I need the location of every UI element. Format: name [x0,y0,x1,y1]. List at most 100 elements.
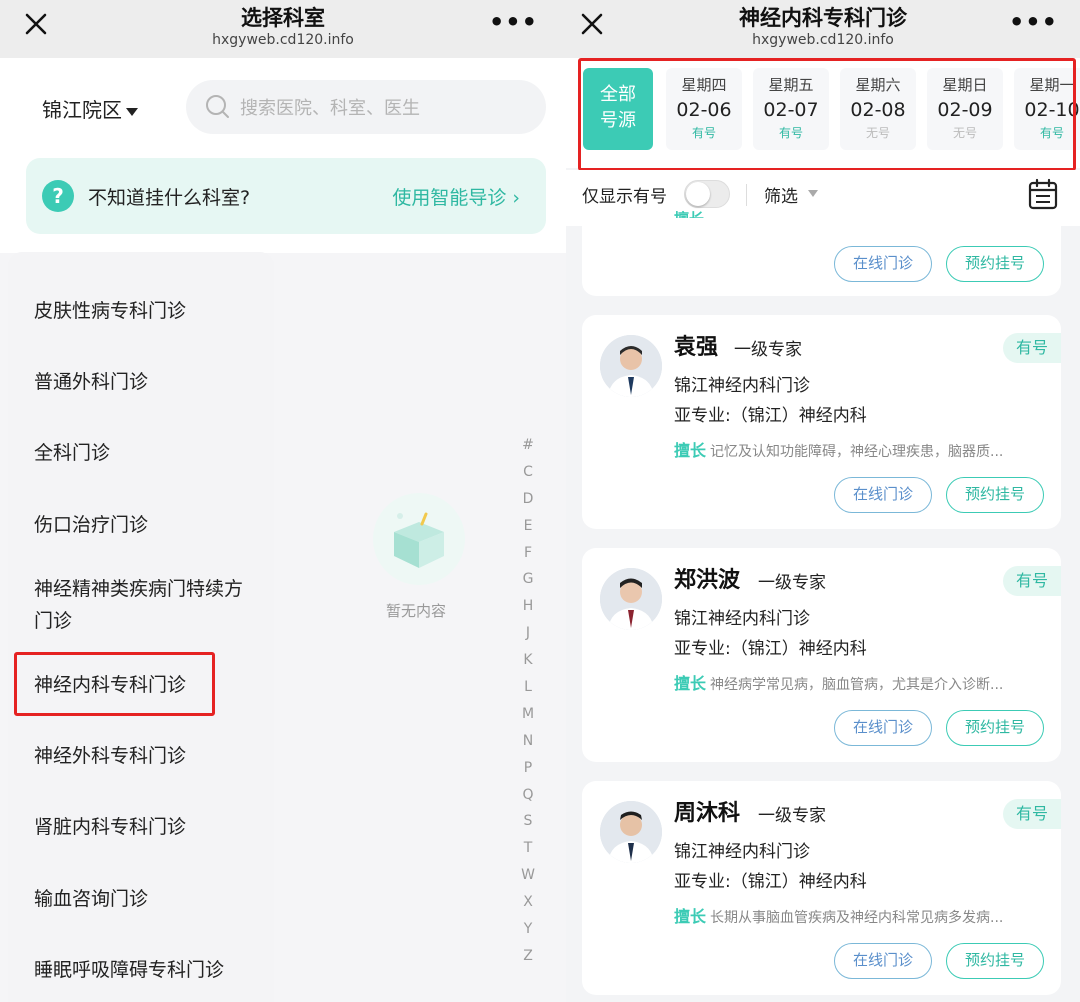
department-item[interactable]: 伤口治疗门诊 [34,509,148,541]
page-url: hxgyweb.cd120.info [752,32,894,48]
doctor-level: 一级专家 [758,806,826,826]
online-clinic-button[interactable]: 在线门诊 [834,943,932,979]
doctor-level: 一级专家 [734,340,802,360]
index-letter[interactable]: N [518,728,538,755]
specialty-text: 记忆及认知功能障碍，神经心理疾患，脑器质... [710,444,1004,460]
empty-state-text: 暂无内容 [386,602,447,620]
search-placeholder: 搜索医院、科室、医生 [240,98,420,119]
only-available-label: 仅显示有号 [582,187,667,207]
doctor-avatar [600,335,662,397]
guide-question: 不知道挂什么科室? [88,187,251,209]
department-doctors-screen: 神经内科专科门诊 hxgyweb.cd120.info ••• 全部 号源 星期… [566,0,1080,1002]
index-letter[interactable]: Y [518,916,538,943]
online-clinic-button[interactable]: 在线门诊 [834,246,932,282]
index-letter[interactable]: Z [518,943,538,970]
department-item[interactable]: 肾脏内科专科门诊 [34,811,186,843]
doctor-specialty: 擅长 长期从事脑血管疾病及神经内科常见病多发病... [674,903,1044,927]
specialty-text: 长期从事脑血管疾病及神经内科常见病多发病... [710,910,1004,926]
doctor-card[interactable]: 郑洪波 一级专家 有号 锦江神经内科门诊 亚专业:（锦江）神经内科 擅长 神经病学… [582,548,1061,762]
index-letter[interactable]: D [518,486,538,513]
filter-button[interactable]: 筛选 [764,182,798,207]
toggle-knob [686,182,710,206]
search-input[interactable]: 搜索医院、科室、医生 [186,80,546,134]
calendar-icon[interactable] [1028,178,1058,210]
book-appointment-button[interactable]: 预约挂号 [946,710,1044,746]
index-letter[interactable]: X [518,889,538,916]
specialty-text: 神经病学常见病，脑血管病，尤其是介入诊断... [710,677,1004,693]
caret-down-icon [126,107,138,116]
doctor-specialty: 擅长 记忆及认知功能障碍，神经心理疾患，脑器质... [674,437,1044,461]
doctor-department: 锦江神经内科门诊 [674,609,810,629]
page-title: 神经内科专科门诊 [739,6,907,30]
doctor-department: 锦江神经内科门诊 [674,842,810,862]
doctor-card[interactable]: 袁强 一级专家 有号 锦江神经内科门诊 亚专业:（锦江）神经内科 擅长 记忆及认知… [582,315,1061,529]
smart-guide-link[interactable]: 使用智能导诊 › [392,183,520,210]
filter-caret-icon [808,190,818,197]
specialty-tag: 擅长 [674,907,707,926]
doctor-specialty: 擅长 神经病学常见病，脑血管病，尤其是介入诊断... [674,670,1044,694]
specialty-tag: 擅长 [674,674,707,693]
index-letter[interactable]: F [518,540,538,567]
doctor-level: 一级专家 [758,573,826,593]
empty-box-icon [373,493,465,585]
index-letter[interactable]: L [518,674,538,701]
department-item[interactable]: 全科门诊 [34,437,110,469]
doctor-department: 锦江神经内科门诊 [674,376,810,396]
smart-guide-banner[interactable]: ? 不知道挂什么科室? 使用智能导诊 › [26,158,546,234]
highlight-box [14,652,215,716]
index-letter[interactable]: K [518,647,538,674]
doctor-card[interactable]: 周沐科 一级专家 有号 锦江神经内科门诊 亚专业:（锦江）神经内科 擅长 长期从事… [582,781,1061,995]
doctor-subspecialty: 亚专业:（锦江）神经内科 [674,639,867,659]
index-letter[interactable]: T [518,835,538,862]
search-icon [206,95,229,118]
campus-label: 锦江院区 [42,98,122,122]
online-clinic-button[interactable]: 在线门诊 [834,710,932,746]
campus-selector[interactable]: 锦江院区 [42,94,138,123]
department-item[interactable]: 普通外科门诊 [34,366,148,398]
doctor-name: 袁强 [674,335,719,360]
book-appointment-button[interactable]: 预约挂号 [946,943,1044,979]
department-item[interactable]: 皮肤性病专科门诊 [34,295,186,327]
title-bar: 神经内科专科门诊 hxgyweb.cd120.info ••• [566,0,1080,58]
alphabet-index[interactable]: # C D E F G H J K L M N P Q S T W X Y Z [518,432,538,970]
index-letter[interactable]: M [518,701,538,728]
index-letter[interactable]: P [518,755,538,782]
specialty-tag: 擅长 [674,441,707,460]
index-letter[interactable]: Q [518,782,538,809]
doctor-card-partial: 擅长 在线门诊 预约挂号 [582,210,1061,296]
availability-badge: 有号 [1003,333,1061,363]
department-item[interactable]: 神经精神类疾病门特续方 [34,573,243,605]
page-url: hxgyweb.cd120.info [212,32,354,48]
doctor-subspecialty: 亚专业:（锦江）神经内科 [674,406,867,426]
book-appointment-button[interactable]: 预约挂号 [946,477,1044,513]
only-available-toggle[interactable] [684,180,730,208]
online-clinic-button[interactable]: 在线门诊 [834,477,932,513]
department-item-continued[interactable]: 门诊 [34,605,72,637]
page-title: 选择科室 [241,6,325,30]
index-letter[interactable]: W [518,862,538,889]
question-icon: ? [42,180,74,212]
department-item[interactable]: 神经外科专科门诊 [34,740,186,772]
doctor-avatar [600,801,662,863]
index-letter[interactable]: G [518,566,538,593]
index-letter[interactable]: E [518,513,538,540]
availability-badge: 有号 [1003,566,1061,596]
doctor-name: 郑洪波 [674,568,741,593]
department-item[interactable]: 睡眠呼吸障碍专科门诊 [34,954,224,986]
availability-badge: 有号 [1003,799,1061,829]
more-icon[interactable]: ••• [1009,8,1058,36]
department-item[interactable]: 输血咨询门诊 [34,883,148,915]
index-letter[interactable]: H [518,593,538,620]
specialty-tag: 擅长 [674,208,704,218]
index-letter[interactable]: S [518,808,538,835]
select-department-screen: 选择科室 hxgyweb.cd120.info ••• 锦江院区 搜索医院、科室… [0,0,566,1002]
doctor-avatar [600,568,662,630]
index-letter[interactable]: # [518,432,538,459]
index-letter[interactable]: J [518,620,538,647]
index-letter[interactable]: C [518,459,538,486]
title-bar: 选择科室 hxgyweb.cd120.info ••• [0,0,566,58]
more-icon[interactable]: ••• [489,8,538,36]
smart-guide-link-label: 使用智能导诊 [392,187,507,209]
book-appointment-button[interactable]: 预约挂号 [946,246,1044,282]
doctor-subspecialty: 亚专业:（锦江）神经内科 [674,872,867,892]
